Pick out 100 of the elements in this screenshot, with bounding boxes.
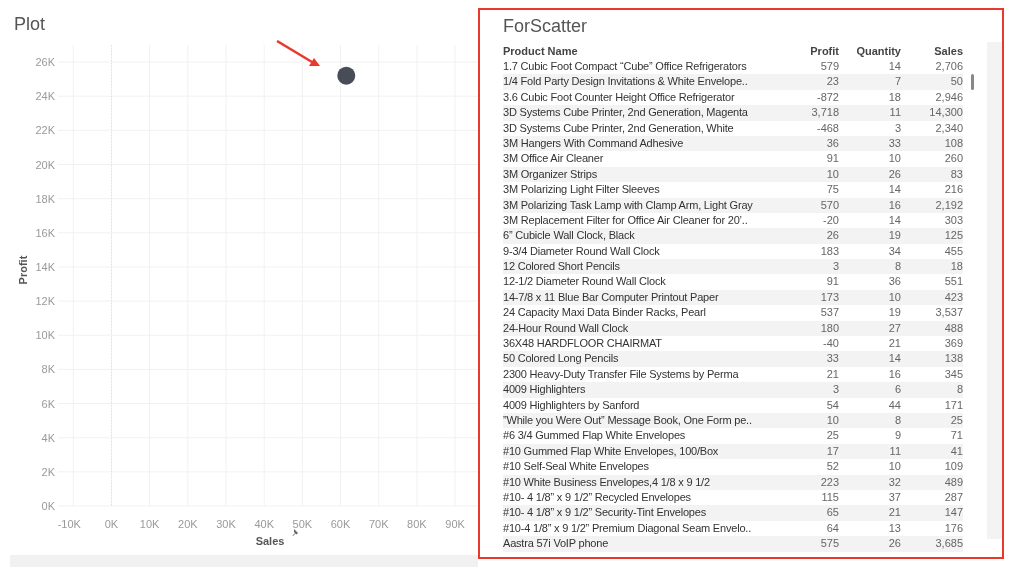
axis-tick-label: 20K <box>35 158 55 171</box>
table-cell-text: 83 <box>949 166 963 182</box>
table-cell-text: #10 Gummed Flap White Envelopes, 100/Box <box>503 443 720 459</box>
table-cell-text: 24-Hour Round Wall Clock <box>503 320 629 336</box>
table-cell-text: 216 <box>943 182 963 198</box>
column-header: Product Name <box>503 44 579 59</box>
table-cell-text: -20 <box>822 212 839 228</box>
column-header: Profit <box>809 44 839 59</box>
table-cell-text: 2,340 <box>934 120 963 136</box>
axis-tick-label: 24K <box>35 90 55 103</box>
table-cell-text: 26 <box>887 536 901 552</box>
column-header: Quantity <box>855 44 901 59</box>
table-cell-text: 33 <box>887 135 901 151</box>
table-cell-text: 489 <box>943 474 963 490</box>
scrollbar-thumb[interactable] <box>971 74 974 90</box>
table-cell-text: 18 <box>949 259 963 275</box>
table-cell-text: #10-4 1/8” x 9 1/2” Premium Diagonal Seam Envelo.. <box>503 520 753 536</box>
table-cell-text: 91 <box>825 274 839 290</box>
table-cell-text: 537 <box>819 305 839 321</box>
table-cell-text: 3M Polarizing Task Lamp with Clamp Arm, Light Gray <box>503 197 754 213</box>
axis-title: Profit <box>17 255 29 285</box>
table-cell-text: 579 <box>819 59 839 74</box>
table-cell-text: 24 Capacity Maxi Data Binder Racks, Pearl <box>503 305 707 321</box>
axis-tick-label: 10K <box>139 518 160 530</box>
table-cell-text: -468 <box>815 120 839 136</box>
table-cell-text: 33 <box>825 351 839 367</box>
table-cell-text: 3 <box>831 382 839 398</box>
table-cell-text: 3M Polarizing Light Filter Sleeves <box>503 182 661 198</box>
table-cell-text: 10 <box>887 289 901 305</box>
table-cell-text: #10 White Business Envelopes,4 1/8 x 9 1/2 <box>503 474 711 490</box>
table-cell-text: 3D Systems Cube Printer, 2nd Generation, Magenta <box>503 105 749 121</box>
table-cell-text: 9 <box>893 428 901 444</box>
axis-tick-label: 70K <box>368 518 389 530</box>
table-cell-text: 14 <box>887 59 901 74</box>
table-cell-text: ”While you Were Out” Message Book, One Form pe.. <box>503 413 753 428</box>
scrollbar-track[interactable] <box>986 42 1002 539</box>
table-cell-text: 12 Colored Short Pencils <box>503 259 621 275</box>
table-cell-text: 423 <box>943 289 963 305</box>
table-cell-text: 23 <box>825 74 839 90</box>
table-cell-text: 455 <box>943 243 963 259</box>
table-cell-text: #10- 4 1/8” x 9 1/2” Recycled Envelopes <box>503 489 692 505</box>
table-cell-text: 27 <box>887 320 901 336</box>
table-cell-text: 50 Colored Long Pencils <box>503 351 620 367</box>
axis-tick-label: 2K <box>41 465 55 478</box>
scrollbar-track[interactable] <box>10 555 478 567</box>
table-cell-text: 14 <box>887 351 901 367</box>
table-cell-text: 183 <box>819 243 839 259</box>
table-cell-text: 25 <box>949 413 963 428</box>
table-cell-text: 21 <box>887 336 901 352</box>
table-cell-text: 18 <box>887 89 901 105</box>
table-cell-text: 21 <box>887 505 901 521</box>
table-cell-text: 4009 Highlighters <box>503 382 587 398</box>
column-header: Sales <box>933 44 963 59</box>
axis-tick-label: 8K <box>41 363 55 376</box>
table-cell-text: 109 <box>943 459 963 475</box>
table-title: ForScatter <box>503 15 589 38</box>
table-cell-text: 36 <box>887 274 901 290</box>
table-cell-text: 13 <box>887 520 901 536</box>
axis-tick-label: 0K <box>41 500 55 512</box>
table-cell-text: 115 <box>820 489 839 505</box>
table-cell-text: #10- 4 1/8” x 9 1/2” Security-Tint Envelopes <box>503 505 707 521</box>
table-cell-text: 10 <box>825 166 839 182</box>
table-cell-text: 8 <box>955 382 963 398</box>
table-cell-text: 75 <box>825 182 839 198</box>
axis-tick-label: 30K <box>216 518 236 530</box>
table-cell-text: 3M Office Air Cleaner <box>503 151 605 167</box>
table-cell-text: 345 <box>943 366 963 382</box>
table-cell-text: 8 <box>893 259 901 275</box>
table-cell-text: 287 <box>943 489 963 505</box>
table-cell-text: 21 <box>825 366 839 382</box>
table-cell-text: 10 <box>887 459 901 475</box>
axis-tick-label: 14K <box>35 260 55 273</box>
table-cell-text: 3.6 Cubic Foot Counter Height Office Refrigerator <box>503 89 736 105</box>
table-cell-text: 147 <box>943 505 963 521</box>
table-cell-text: 19 <box>887 228 901 244</box>
chart-title: Plot <box>13 13 47 36</box>
table-cell-text: 3M Replacement Filter for Office Air Cleaner for 20’.. <box>503 212 749 228</box>
table-cell-text: 25 <box>825 428 839 444</box>
table-cell-text: 6 <box>893 382 901 398</box>
table-cell-text: 3,685 <box>934 536 963 552</box>
table-cell-text: 19 <box>887 305 901 321</box>
table-cell-text: 64 <box>825 520 839 536</box>
table-cell-text: 7 <box>893 74 901 90</box>
table-cell-text: 50 <box>949 74 963 90</box>
table-cell-text: 260 <box>943 151 963 167</box>
table-cell-text: 570 <box>819 197 839 213</box>
table-cell-text: 1.7 Cubic Foot Compact “Cube” Office Refrigerators <box>503 59 748 74</box>
axis-tick-label: 26K <box>35 56 55 69</box>
table-cell-text: 2300 Heavy-Duty Transfer File Systems by Perma <box>503 366 740 382</box>
table-cell-text: 176 <box>943 520 963 536</box>
axis-title: Sales <box>255 535 285 547</box>
table-cell-text: 3M Hangers With Command Adhesive <box>503 135 685 151</box>
table-cell-text: 3 <box>893 120 901 136</box>
table-cell-text: 14 <box>887 212 901 228</box>
table-cell-text: 41 <box>949 443 963 459</box>
table-cell-text: 34 <box>887 243 901 259</box>
axis-tick-label: 0K <box>104 518 119 530</box>
pin-icon <box>292 529 298 536</box>
table-cell-text: 14 <box>887 182 901 198</box>
table-cell-text: 37 <box>887 489 901 505</box>
